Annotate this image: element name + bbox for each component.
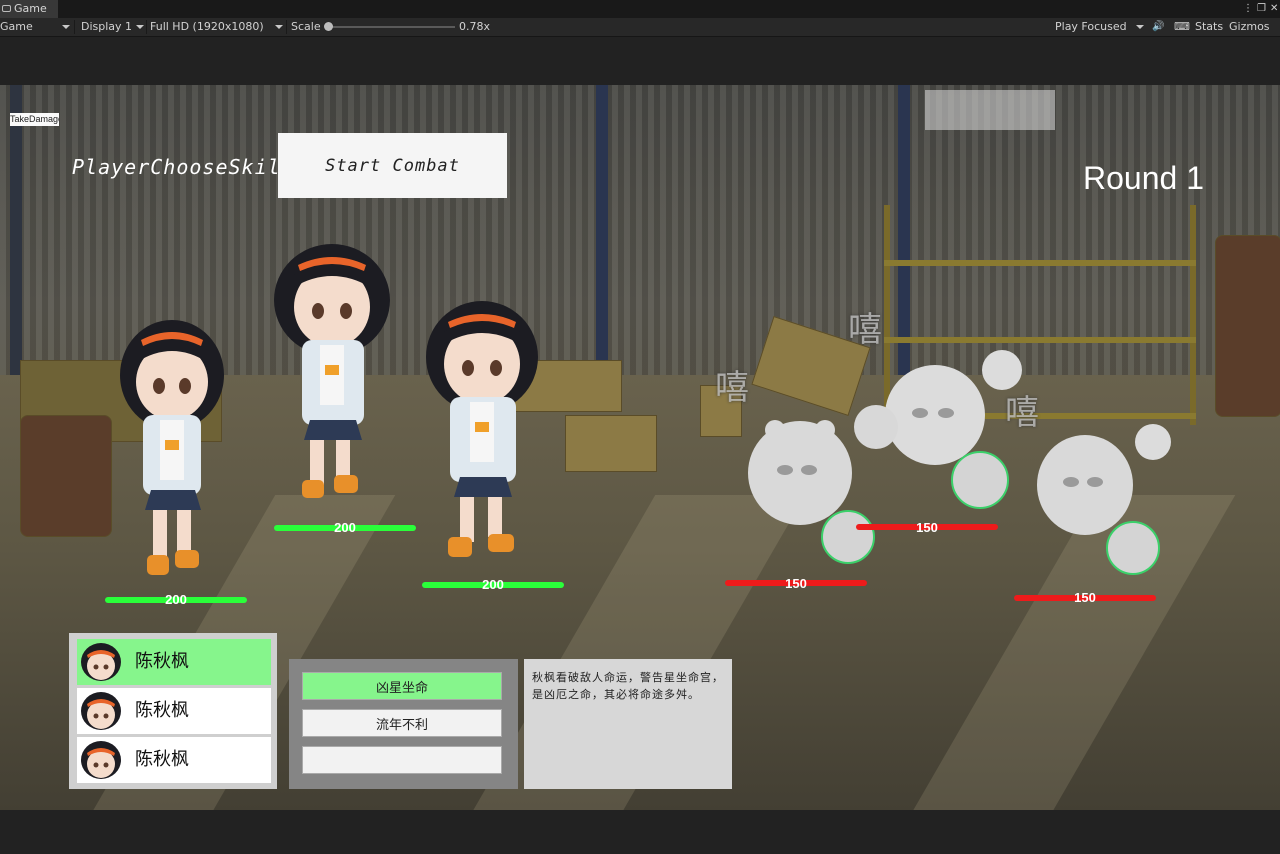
scale-value: 0.78x bbox=[459, 20, 491, 33]
audio-icon[interactable]: 🔊 bbox=[1152, 18, 1164, 36]
wall-sign bbox=[925, 90, 1055, 130]
cable-spool bbox=[20, 415, 112, 537]
more-menu-icon[interactable]: ⋮ bbox=[1243, 0, 1253, 18]
take-damage-button[interactable]: TakeDamage bbox=[10, 113, 59, 126]
character-list-panel: 陈秋枫 陈秋枫 陈秋枫 bbox=[69, 633, 277, 789]
divider bbox=[286, 20, 287, 34]
shelf-post bbox=[1190, 205, 1196, 425]
game-view-toolbar: Game Display 1 Full HD (1920x1080) Scale… bbox=[0, 18, 1280, 37]
player-character[interactable] bbox=[115, 310, 230, 585]
avatar bbox=[81, 692, 121, 730]
tab-game-label: Game bbox=[14, 2, 47, 15]
avatar bbox=[81, 741, 121, 779]
round-label: Round 1 bbox=[1083, 160, 1204, 196]
enemy-laugh-glyph: 嘻 bbox=[848, 310, 882, 350]
character-row[interactable]: 陈秋枫 bbox=[77, 737, 271, 783]
skill-button[interactable]: 凶星坐命 bbox=[302, 672, 502, 700]
cardboard-box bbox=[565, 415, 657, 472]
skill-button[interactable] bbox=[302, 746, 502, 774]
stats-button[interactable]: Stats bbox=[1195, 18, 1223, 36]
gizmos-button[interactable]: Gizmos bbox=[1229, 18, 1270, 36]
skill-button[interactable]: 流年不利 bbox=[302, 709, 502, 737]
battle-state-label: PlayerChooseSkill bbox=[72, 155, 294, 179]
skill-description-panel: 秋枫看破敌人命运，警告星坐命宫，是凶厄之命，其必将命途多舛。 bbox=[524, 659, 732, 789]
player-character[interactable] bbox=[420, 292, 545, 572]
enemy-ghost[interactable] bbox=[850, 345, 1030, 510]
avatar bbox=[81, 643, 121, 681]
divider bbox=[146, 20, 147, 34]
skill-description: 秋枫看破敌人命运，警告星坐命宫，是凶厄之命，其必将命途多舛。 bbox=[532, 671, 724, 701]
start-combat-button[interactable]: Start Combat bbox=[278, 133, 507, 198]
player-2-hp-value: 200 bbox=[334, 520, 356, 535]
character-name: 陈秋枫 bbox=[135, 651, 189, 672]
shelf-plank bbox=[884, 337, 1196, 343]
chevron-down-icon bbox=[62, 25, 70, 29]
chevron-down-icon bbox=[136, 25, 144, 29]
cable-spool bbox=[1215, 235, 1280, 417]
keyboard-icon[interactable]: ⌨ bbox=[1174, 18, 1190, 36]
character-name: 陈秋枫 bbox=[135, 749, 189, 770]
maximize-icon[interactable]: ❐ bbox=[1257, 0, 1266, 18]
wall-pillar bbox=[10, 85, 22, 385]
gamepad-icon bbox=[2, 5, 11, 12]
resolution-dropdown[interactable]: Full HD (1920x1080) bbox=[150, 18, 264, 36]
editor-tabbar: Game ⋮ ❐ ✕ bbox=[0, 0, 1280, 19]
shelf-plank bbox=[884, 260, 1196, 266]
enemy-1-hp-value: 150 bbox=[785, 576, 807, 591]
skill-panel: 凶星坐命 流年不利 bbox=[289, 659, 518, 789]
chevron-down-icon bbox=[1136, 25, 1144, 29]
player-character[interactable] bbox=[270, 235, 395, 510]
display-dropdown[interactable]: Display 1 bbox=[81, 18, 132, 36]
character-row[interactable]: 陈秋枫 bbox=[77, 639, 271, 685]
wall-pillar bbox=[596, 85, 608, 385]
character-name: 陈秋枫 bbox=[135, 700, 189, 721]
player-3-hp-value: 200 bbox=[482, 577, 504, 592]
enemy-laugh-glyph: 嘻 bbox=[715, 368, 749, 408]
close-icon[interactable]: ✕ bbox=[1270, 0, 1278, 18]
enemy-2-hp-value: 150 bbox=[916, 520, 938, 535]
scale-slider-handle[interactable] bbox=[324, 22, 333, 31]
character-row[interactable]: 陈秋枫 bbox=[77, 688, 271, 734]
view-mode-dropdown[interactable]: Game bbox=[0, 18, 33, 36]
scale-slider-track[interactable] bbox=[329, 26, 455, 28]
divider bbox=[74, 20, 75, 34]
enemy-ghost[interactable] bbox=[1035, 420, 1175, 580]
enemy-3-hp-value: 150 bbox=[1074, 590, 1096, 605]
scale-label: Scale bbox=[291, 20, 321, 33]
tab-game[interactable]: Game bbox=[0, 0, 58, 18]
chevron-down-icon bbox=[275, 25, 283, 29]
enemy-laugh-glyph: 嘻 bbox=[1005, 393, 1039, 433]
play-mode-dropdown[interactable]: Play Focused bbox=[1055, 18, 1127, 36]
player-1-hp-value: 200 bbox=[165, 592, 187, 607]
